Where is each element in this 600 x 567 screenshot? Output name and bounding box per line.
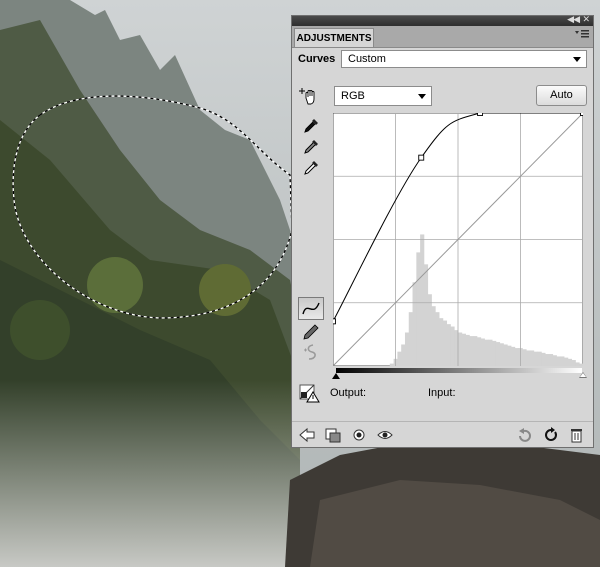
- histogram-bar: [526, 350, 531, 366]
- histogram-bar: [416, 252, 421, 366]
- chevron-down-icon: [418, 94, 426, 99]
- curve-points-icon[interactable]: [298, 297, 324, 320]
- black-point-eyedropper-icon[interactable]: [301, 116, 321, 136]
- histogram-bar: [495, 342, 501, 366]
- histogram-bar: [389, 363, 395, 366]
- histogram-bar: [408, 312, 413, 366]
- histogram-bar: [492, 340, 497, 366]
- histogram-bar: [552, 355, 557, 366]
- adjustments-panel: ◀◀ ✕ ADJUSTMENTS Curves Custom RGB Auto: [291, 14, 594, 448]
- histogram-bar: [404, 332, 410, 366]
- histogram-bar: [575, 362, 580, 366]
- histogram-bar: [397, 351, 402, 366]
- histogram-bar: [442, 320, 448, 366]
- curve-control-point[interactable]: [580, 113, 584, 116]
- tone-gradient-bar: [336, 368, 582, 373]
- histogram-bar: [488, 339, 493, 366]
- panel-titlebar: ◀◀ ✕: [292, 14, 593, 26]
- channel-value: RGB: [341, 90, 365, 102]
- reset-icon[interactable]: [516, 427, 534, 443]
- auto-button[interactable]: Auto: [536, 85, 587, 106]
- histogram-bar: [431, 306, 436, 366]
- histogram-bar: [476, 337, 482, 366]
- histogram-bar: [507, 345, 512, 366]
- histogram-bar: [473, 336, 478, 366]
- curve-control-point[interactable]: [333, 318, 336, 325]
- clip-to-layer-icon[interactable]: [324, 427, 342, 443]
- back-arrow-icon[interactable]: [298, 427, 316, 443]
- clipping-warning-icon[interactable]: [299, 383, 321, 403]
- refresh-icon[interactable]: [542, 427, 560, 443]
- histogram-bar: [522, 349, 527, 366]
- histogram-bar: [533, 351, 538, 366]
- curves-graph[interactable]: [333, 113, 583, 366]
- panel-menu-icon[interactable]: [575, 30, 589, 40]
- histogram-bar: [458, 332, 463, 366]
- histogram-bar: [564, 357, 569, 366]
- histogram-bar: [499, 343, 504, 366]
- histogram-bar: [420, 234, 425, 366]
- channel-dropdown[interactable]: RGB: [334, 86, 432, 106]
- histogram-bar: [435, 312, 440, 366]
- histogram-bar: [412, 282, 417, 366]
- histogram-bar: [423, 264, 429, 366]
- histogram-bar: [439, 318, 444, 366]
- histogram-bar: [514, 348, 520, 366]
- preset-value: Custom: [348, 53, 386, 65]
- curve-control-point[interactable]: [477, 113, 484, 116]
- histogram-bar: [567, 358, 573, 366]
- toggle-visibility-eye-icon[interactable]: [350, 427, 368, 443]
- histogram-bar: [545, 354, 550, 366]
- histogram-bar: [541, 352, 546, 366]
- input-label: Input:: [428, 387, 456, 399]
- curve-control-point[interactable]: [418, 154, 425, 161]
- histogram-bar: [571, 360, 576, 366]
- histogram-bar: [560, 356, 565, 366]
- hand-adjust-icon[interactable]: [298, 86, 320, 106]
- histogram-bar: [529, 350, 535, 366]
- close-icon[interactable]: ✕: [582, 14, 590, 25]
- histogram-bar: [556, 356, 561, 366]
- curves-label: Curves: [298, 53, 336, 65]
- panel-footer: [292, 421, 593, 448]
- histogram-bar: [480, 338, 485, 366]
- histogram-bar: [548, 354, 554, 366]
- histogram-bar: [461, 333, 466, 366]
- pencil-draw-icon[interactable]: [301, 322, 321, 342]
- white-point-eyedropper-icon[interactable]: [301, 158, 321, 178]
- histogram-bar: [446, 324, 451, 366]
- histogram-bar: [465, 334, 470, 366]
- preset-dropdown[interactable]: Custom: [341, 50, 587, 68]
- white-slider-handle[interactable]: [579, 372, 587, 378]
- histogram-bar: [427, 294, 432, 366]
- black-slider-handle[interactable]: [332, 373, 340, 379]
- collapse-double-arrow-icon[interactable]: ◀◀: [567, 14, 580, 25]
- chevron-down-icon: [573, 57, 581, 62]
- histogram-bar: [579, 363, 583, 366]
- histogram-bar: [401, 344, 406, 366]
- output-label: Output:: [330, 387, 367, 399]
- histogram-bar: [450, 326, 455, 366]
- gray-point-eyedropper-icon[interactable]: [301, 137, 321, 157]
- trash-icon[interactable]: [568, 427, 586, 443]
- tab-adjustments[interactable]: ADJUSTMENTS: [294, 28, 374, 47]
- view-previous-eye-icon[interactable]: [376, 427, 394, 443]
- histogram-bar: [537, 351, 542, 366]
- histogram-bar: [503, 344, 508, 366]
- histogram-bar: [484, 339, 489, 366]
- smooth-curve-icon[interactable]: [301, 342, 321, 362]
- panel-tab-row: ADJUSTMENTS: [292, 26, 593, 48]
- histogram-bar: [469, 336, 474, 366]
- histogram-bar: [511, 346, 516, 366]
